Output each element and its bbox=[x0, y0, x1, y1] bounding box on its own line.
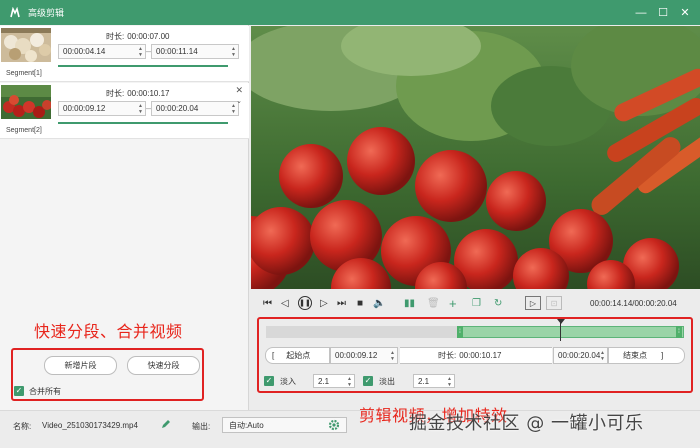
window-title: 高级剪辑 bbox=[28, 8, 65, 18]
output-file-name: Video_251030173429.mp4 bbox=[42, 421, 138, 430]
stop-icon[interactable]: ■ bbox=[357, 296, 363, 310]
video-preview[interactable] bbox=[251, 26, 700, 289]
maximize-button[interactable]: ☐ bbox=[652, 3, 674, 23]
skip-end-icon[interactable]: ⏭ bbox=[337, 296, 346, 310]
reset-icon[interactable]: ↻ bbox=[494, 296, 502, 310]
timeline-handle-end[interactable]: ⁞ bbox=[676, 326, 682, 338]
fade-out-label: 淡出 bbox=[379, 377, 395, 386]
timeline-playhead[interactable] bbox=[560, 321, 561, 341]
fade-in-label: 淡入 bbox=[280, 377, 296, 386]
volume-icon[interactable]: 🔈 bbox=[373, 296, 385, 310]
set-end-button[interactable]: 结束点] bbox=[608, 347, 685, 364]
set-start-button[interactable]: [起始点 bbox=[265, 347, 330, 364]
delete-icon[interactable]: 🗑 bbox=[427, 296, 440, 310]
snapshot-icon[interactable]: ▷ bbox=[525, 296, 541, 310]
title-bar: 高级剪辑 — ☐ ✕ bbox=[0, 0, 700, 25]
name-label: 名称: bbox=[13, 422, 32, 431]
prev-frame-icon[interactable]: ◁ bbox=[281, 296, 289, 310]
merge-all-label: 合并所有 bbox=[29, 387, 61, 396]
watermark-text: 掘金技术社区 @ 一罐小可乐 bbox=[409, 413, 644, 434]
trim-duration: 时长: 00:00:10.17 bbox=[400, 347, 552, 364]
segment-progress-bar bbox=[58, 65, 228, 67]
minimize-button[interactable]: — bbox=[630, 3, 652, 23]
segment-thumbnail bbox=[1, 28, 51, 62]
trim-end-input[interactable]: 00:00:20.04 ▲ ▼ bbox=[553, 347, 608, 364]
trim-start-input[interactable]: 00:00:09.12 ▲ ▼ bbox=[330, 347, 398, 364]
segment-item[interactable]: Segment[2] 时长: 00:00:10.17 00:00:09.12 ▲ ▼ … bbox=[0, 83, 249, 139]
edit-name-icon[interactable] bbox=[161, 419, 171, 429]
playback-timecode: 00:00:14.14/00:00:20.04 bbox=[590, 299, 677, 308]
timeline-selection[interactable] bbox=[460, 326, 684, 338]
segment-duration: 时长: 00:00:10.17 bbox=[106, 89, 170, 98]
segment-label: Segment[1] bbox=[6, 70, 42, 77]
segment-close-icon[interactable]: ✕ bbox=[235, 85, 243, 96]
add-segment-button[interactable]: 新增片段 bbox=[44, 356, 117, 375]
copy-icon[interactable]: ❐ bbox=[472, 296, 481, 310]
gear-icon[interactable] bbox=[328, 419, 340, 431]
segment-progress-bar bbox=[58, 122, 228, 124]
split-clip-icon[interactable]: ▮▮ bbox=[404, 296, 415, 310]
segment-end-input[interactable]: 00:00:20.04 ▲ ▼ bbox=[151, 101, 239, 116]
timeline-handle-start[interactable]: ⁞ bbox=[457, 326, 463, 338]
quick-split-button[interactable]: 快速分段 bbox=[127, 356, 200, 375]
segment-thumbnail bbox=[1, 85, 51, 119]
fade-in-input[interactable]: 2.1 ▲ ▼ bbox=[313, 374, 355, 388]
add-icon[interactable]: + bbox=[449, 296, 457, 311]
crop-icon[interactable]: ⊡ bbox=[546, 296, 562, 310]
segment-label: Segment[2] bbox=[6, 127, 42, 134]
playhead-marker-icon[interactable] bbox=[557, 319, 565, 324]
segment-duration: 时长: 00:00:07.00 bbox=[106, 32, 170, 41]
segment-item[interactable]: Segment[1] 时长: 00:00:07.00 00:00:04.14 ▲ ▼ … bbox=[0, 26, 249, 82]
fade-out-checkbox[interactable]: ✓ bbox=[363, 376, 373, 386]
fade-out-input[interactable]: 2.1 ▲ ▼ bbox=[413, 374, 455, 388]
segment-start-input[interactable]: 00:00:09.12 ▲ ▼ bbox=[58, 101, 146, 116]
output-label: 输出: bbox=[192, 422, 211, 431]
segment-end-input[interactable]: 00:00:11.14 ▲ ▼ bbox=[151, 44, 239, 59]
merge-all-checkbox[interactable]: ✓ bbox=[14, 386, 24, 396]
segment-collapse-icon[interactable]: ⌄ bbox=[236, 97, 242, 105]
fade-in-checkbox[interactable]: ✓ bbox=[264, 376, 274, 386]
annotation-split-merge: 快速分段、合并视频 bbox=[34, 322, 183, 341]
app-logo-icon bbox=[8, 6, 22, 20]
skip-start-icon[interactable]: ⏮ bbox=[263, 296, 272, 310]
pause-icon[interactable]: ❚❚ bbox=[298, 296, 312, 310]
next-frame-icon[interactable]: ▷ bbox=[320, 296, 328, 310]
close-button[interactable]: ✕ bbox=[674, 3, 696, 23]
segment-start-input[interactable]: 00:00:04.14 ▲ ▼ bbox=[58, 44, 146, 59]
